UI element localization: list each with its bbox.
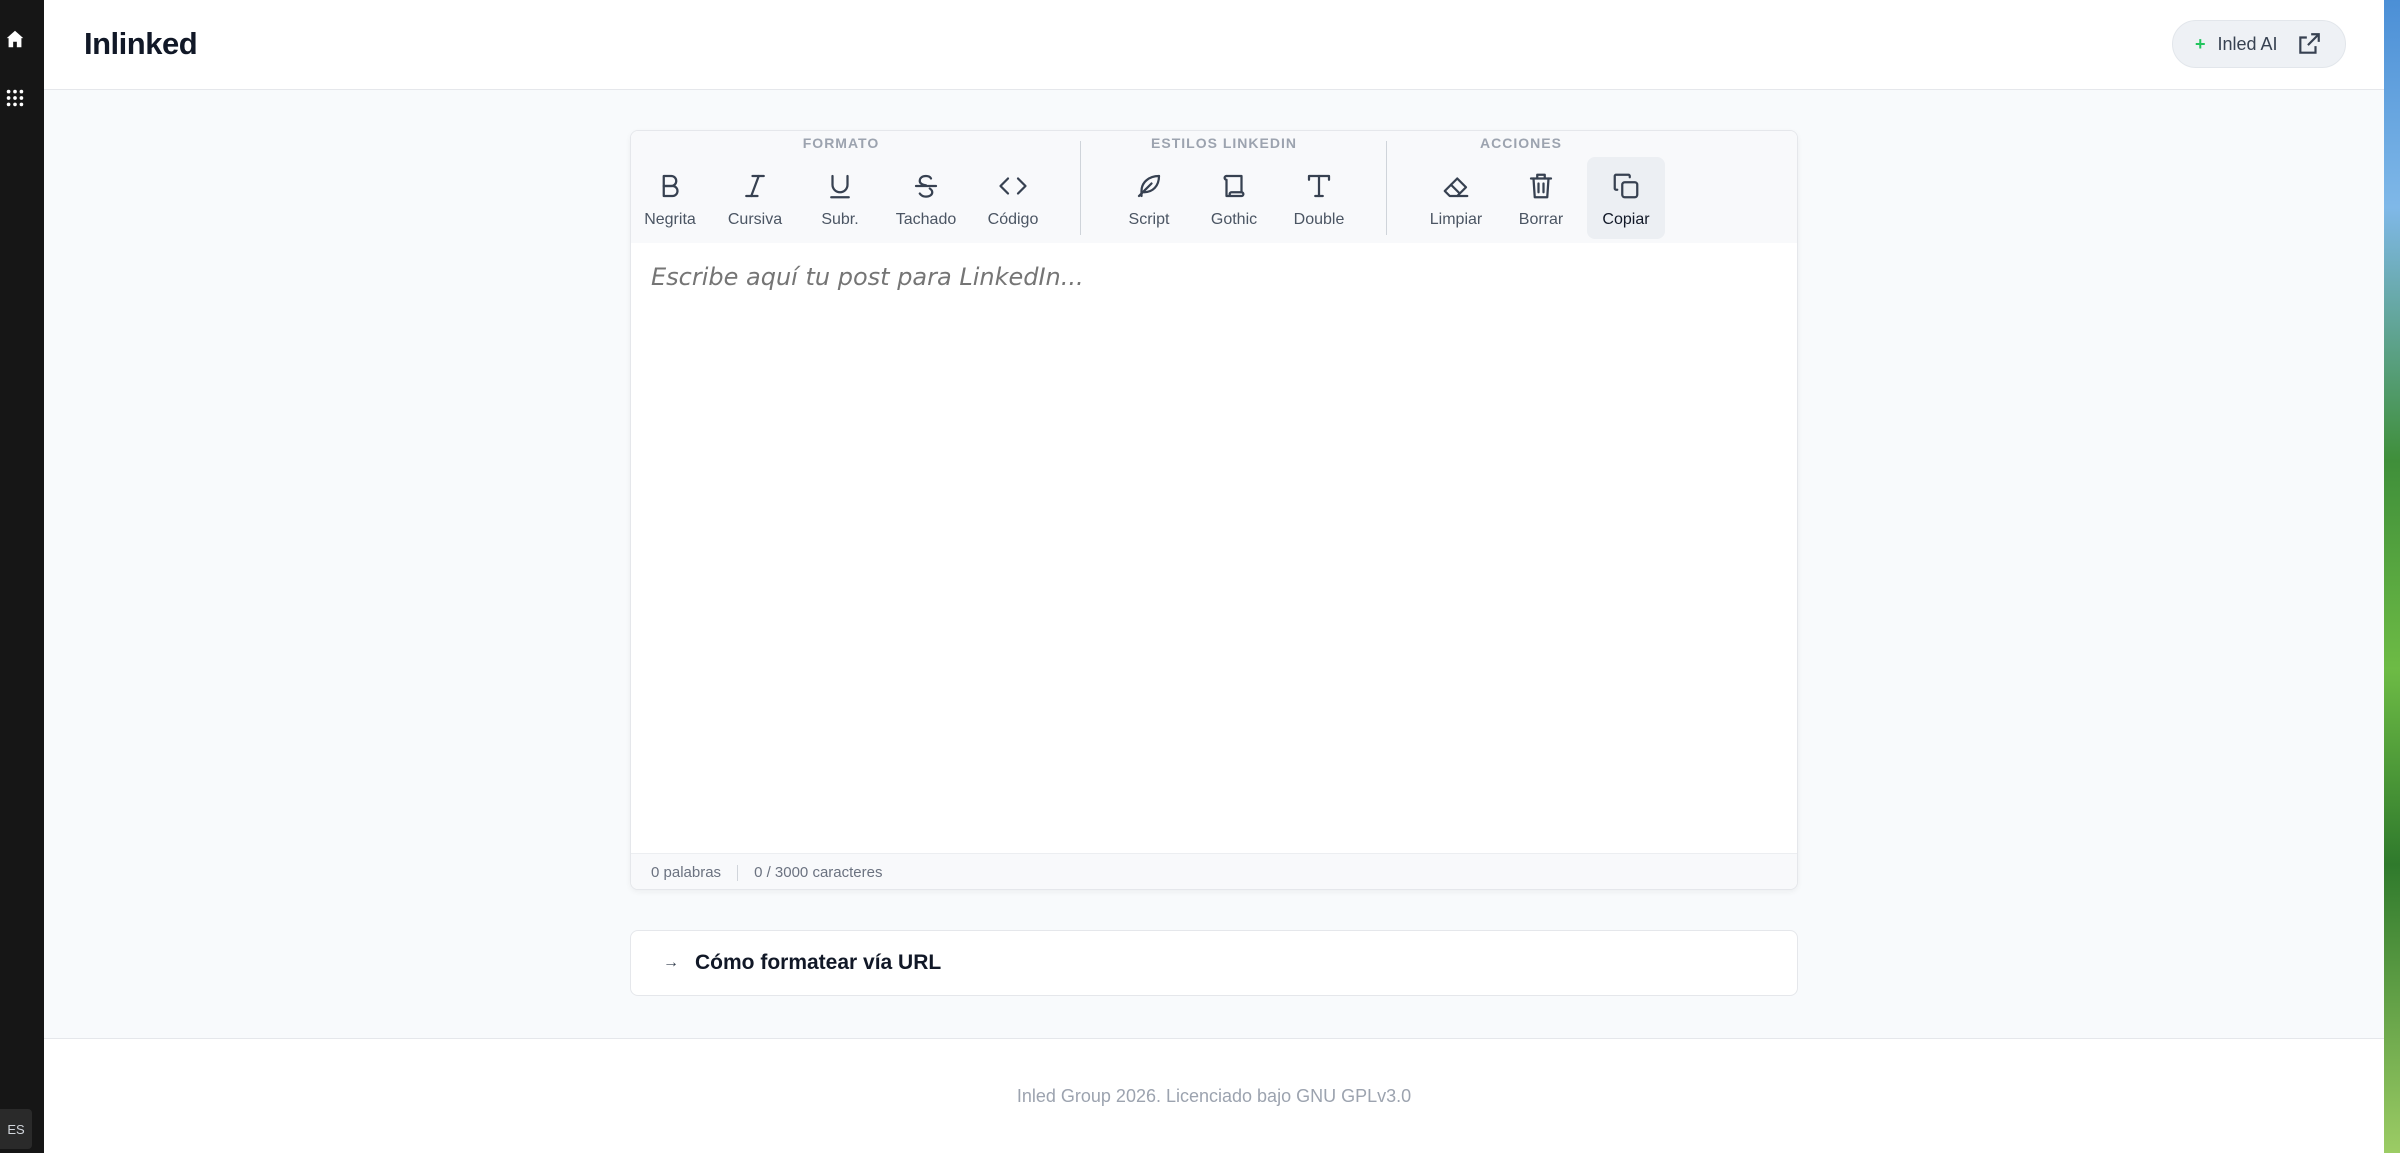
url-format-accordion[interactable]: → Cómo formatear vía URL	[630, 930, 1798, 996]
strikethrough-icon	[914, 174, 938, 198]
italic-button[interactable]: Cursiva	[716, 157, 794, 239]
code-button[interactable]: Código	[974, 157, 1052, 239]
char-count: 0 / 3000 caracteres	[754, 864, 883, 881]
italic-icon	[745, 174, 765, 198]
language-badge[interactable]: ES	[0, 1109, 32, 1149]
accordion-title: Cómo formatear vía URL	[695, 951, 942, 974]
main-area: Inlinked + Inled AI FORMATO ESTILOS LINK…	[44, 0, 2384, 1153]
toolbar-separator	[1386, 141, 1387, 235]
eraser-icon	[1443, 177, 1469, 198]
editor-card: FORMATO ESTILOS LINKEDIN ACCIONES Negrit…	[630, 130, 1798, 890]
post-textarea[interactable]	[631, 243, 1797, 853]
gothic-label: Gothic	[1210, 211, 1258, 228]
desktop-wallpaper-edge	[2384, 0, 2400, 1153]
script-style-button[interactable]: Script	[1110, 157, 1188, 239]
formatting-toolbar: FORMATO ESTILOS LINKEDIN ACCIONES Negrit…	[631, 131, 1797, 243]
group-title-acciones: ACCIONES	[1480, 135, 1562, 151]
underline-icon	[830, 174, 850, 199]
underline-button[interactable]: Subr.	[801, 157, 879, 239]
toolbar-separator	[1080, 141, 1081, 235]
scroll-icon	[1223, 174, 1245, 198]
inled-ai-label: Inled AI	[2217, 33, 2278, 54]
italic-label: Cursiva	[727, 211, 783, 228]
copy-label: Copiar	[1602, 211, 1650, 228]
copy-icon	[1613, 173, 1639, 199]
app-title: Inlinked	[84, 26, 198, 61]
double-label: Double	[1293, 211, 1345, 228]
header: Inlinked + Inled AI	[44, 0, 2384, 90]
underline-label: Subr.	[821, 211, 859, 228]
footer-text: Inled Group 2026. Licenciado bajo GNU GP…	[1016, 1085, 1412, 1106]
group-title-formato: FORMATO	[802, 135, 880, 151]
double-style-button[interactable]: Double	[1280, 157, 1358, 239]
delete-button[interactable]: Borrar	[1502, 157, 1580, 239]
script-label: Script	[1128, 211, 1170, 228]
home-icon[interactable]	[0, 24, 30, 54]
strikethrough-label: Tachado	[895, 211, 957, 228]
delete-label: Borrar	[1518, 211, 1564, 228]
clear-format-button[interactable]: Limpiar	[1417, 157, 1495, 239]
inled-ai-button[interactable]: + Inled AI	[2172, 20, 2346, 68]
status-divider	[737, 864, 739, 881]
external-link-icon	[2298, 33, 2320, 54]
clear-label: Limpiar	[1429, 211, 1483, 228]
bold-button[interactable]: Negrita	[631, 157, 709, 239]
strikethrough-button[interactable]: Tachado	[887, 157, 965, 239]
code-icon	[999, 177, 1027, 195]
word-count: 0 palabras	[651, 864, 722, 881]
arrow-right-icon: →	[663, 954, 679, 971]
gothic-style-button[interactable]: Gothic	[1195, 157, 1273, 239]
feather-icon	[1137, 174, 1161, 198]
group-title-estilos: ESTILOS LINKEDIN	[1151, 135, 1297, 151]
footer: Inled Group 2026. Licenciado bajo GNU GP…	[44, 1038, 2384, 1153]
type-icon	[1307, 174, 1331, 198]
bold-label: Negrita	[644, 211, 696, 228]
plus-icon: +	[2195, 33, 2206, 54]
code-label: Código	[987, 211, 1039, 228]
left-rail: ES	[0, 0, 44, 1153]
copy-button[interactable]: Copiar	[1587, 157, 1665, 239]
apps-grid-icon[interactable]	[0, 83, 30, 113]
bold-icon	[662, 174, 679, 198]
status-bar: 0 palabras 0 / 3000 caracteres	[631, 853, 1797, 889]
trash-icon	[1529, 173, 1553, 199]
